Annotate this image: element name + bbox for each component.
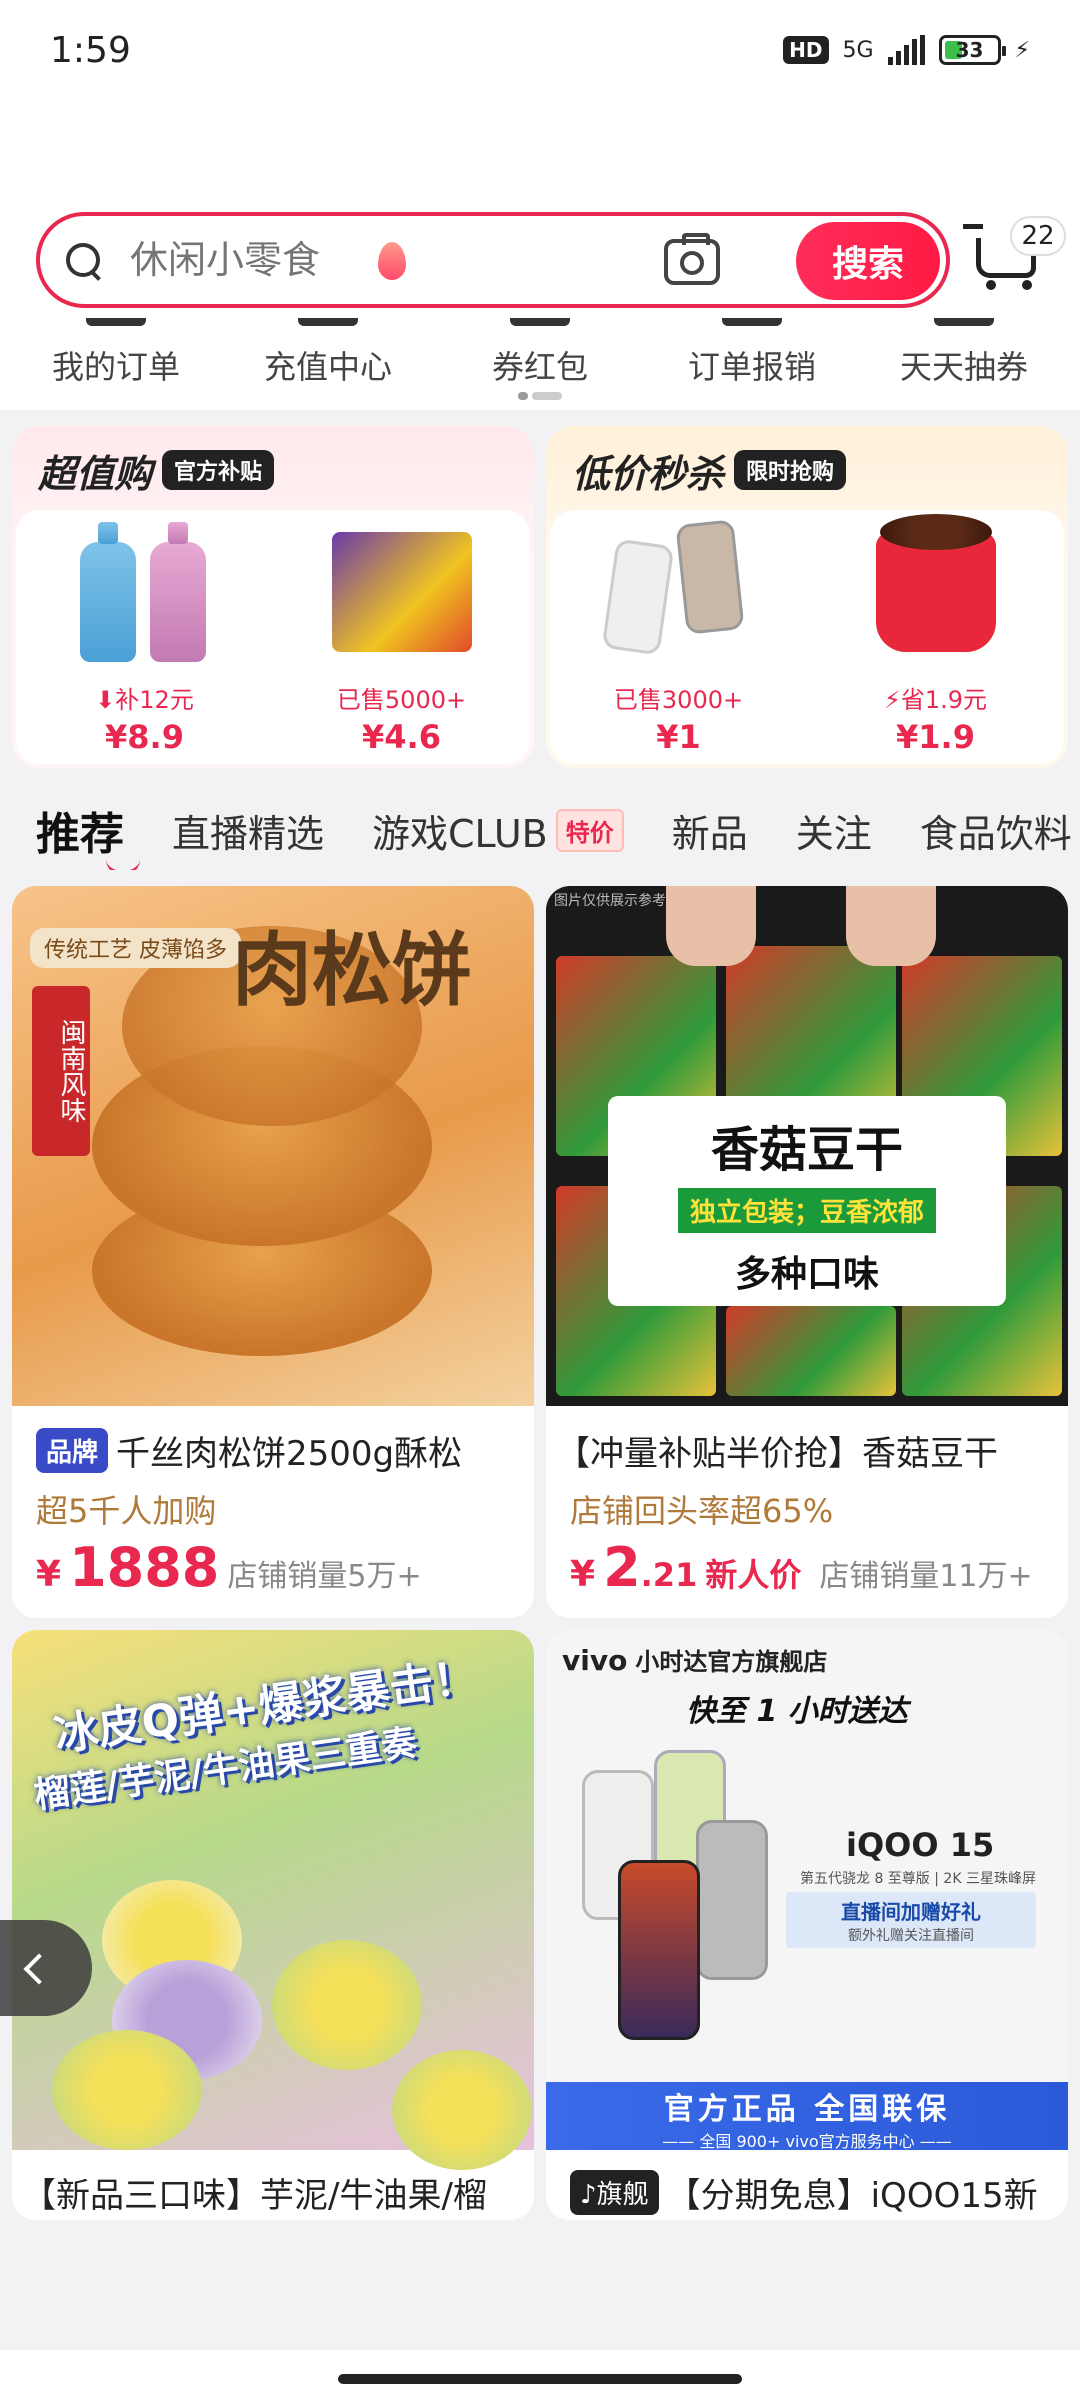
- tab-live-picks[interactable]: 直播精选: [172, 803, 324, 858]
- promo-product[interactable]: ⚡省1.9元 ¥1.9: [807, 510, 1064, 764]
- chocolate-bucket-image: [875, 514, 996, 652]
- tab-following[interactable]: 关注: [796, 803, 872, 858]
- product-image: 冰皮Q弹+爆浆暴击！ 榴莲/芋泥/牛油果三重奏: [12, 1630, 534, 2170]
- category-tabs: 推荐 直播精选 游戏CLUB 特价 新品 关注 食品饮料: [0, 790, 1080, 870]
- status-icons: HD 5G 33 ⚡: [783, 35, 1030, 65]
- signal-icon: [887, 35, 925, 65]
- promo-title: 低价秒杀: [572, 451, 725, 496]
- promo-price: ¥4.6: [362, 718, 441, 756]
- camera-icon[interactable]: [664, 233, 720, 285]
- hot-flame-icon: [378, 242, 406, 280]
- promo-title: 超值购: [38, 451, 153, 496]
- product-image: vivo 小时达官方旗舰店 快至 1 小时送达 iQOO 15 第五代骁龙 8 至…: [546, 1630, 1068, 2151]
- product-card[interactable]: vivo 小时达官方旗舰店 快至 1 小时送达 iQOO 15 第五代骁龙 8 至…: [546, 1630, 1068, 2220]
- promo-product[interactable]: 已售3000+ ¥1: [550, 510, 807, 764]
- promo-tag: 限时抢购: [734, 450, 847, 490]
- network-label: 5G: [842, 37, 874, 63]
- phone-case-image: [601, 519, 749, 672]
- home-indicator[interactable]: [338, 2374, 742, 2384]
- down-arrow-icon: ⬇: [95, 686, 116, 714]
- newcomer-price-label: 新人价: [705, 1556, 802, 1594]
- sales-count: 店铺销量5万+: [227, 1559, 422, 1594]
- promo-product[interactable]: 已售5000+ ¥4.6: [273, 510, 530, 764]
- search-button[interactable]: 搜索: [796, 222, 940, 300]
- clock: 1:59: [50, 29, 131, 71]
- flagship-tag: ♪旗舰: [570, 2170, 659, 2215]
- product-subtitle: 店铺回头率超65%: [570, 1492, 834, 1530]
- quick-nav-reimburse[interactable]: 订单报销: [646, 318, 858, 410]
- tab-badge: 特价: [555, 808, 624, 852]
- tab-game-club[interactable]: 游戏CLUB 特价: [372, 803, 624, 858]
- lightning-icon: ⚡: [883, 686, 901, 714]
- promo-tag: 官方补贴: [162, 450, 275, 490]
- product-image: 传统工艺 皮薄馅多 肉松饼 闽南风味: [12, 886, 534, 1406]
- back-arrow-button[interactable]: [0, 1920, 92, 2016]
- search-icon: [64, 241, 102, 279]
- status-bar: 1:59 HD 5G 33 ⚡: [0, 0, 1080, 100]
- product-subtitle: 超5千人加购: [36, 1492, 217, 1530]
- cart-badge: 22: [1010, 216, 1066, 256]
- promo-sold: 已售5000+: [336, 686, 467, 714]
- quick-nav-daily-draw[interactable]: 天天抽券: [858, 318, 1070, 410]
- product-title: 【新品三口味】芋泥/牛油果/榴: [22, 2176, 487, 2216]
- snack-box-image: [331, 522, 472, 652]
- promo-price: ¥8.9: [105, 718, 184, 756]
- promo-subsidy: ⬇补12元: [95, 686, 194, 714]
- tab-recommend[interactable]: 推荐: [36, 798, 124, 862]
- charging-icon: ⚡: [1014, 37, 1030, 63]
- promo-price: ¥1: [656, 718, 701, 756]
- promo-flash-sale[interactable]: 低价秒杀 限时抢购 已售3000+ ¥1 ⚡省1.9元 ¥1.9: [546, 426, 1068, 768]
- promo-saving: ⚡省1.9元: [883, 686, 988, 714]
- tab-new[interactable]: 新品: [672, 803, 748, 858]
- product-card[interactable]: 冰皮Q弹+爆浆暴击！ 榴莲/芋泥/牛油果三重奏 【新品三口味】芋泥/牛油果/榴: [12, 1630, 534, 2220]
- search-bar[interactable]: 搜索: [36, 212, 950, 308]
- product-image: 图片仅供展示参考 香菇豆干 独立包装；豆香浓郁 多种口味: [546, 886, 1068, 1406]
- product-price: 1888: [69, 1536, 220, 1599]
- promo-product[interactable]: ⬇补12元 ¥8.9: [16, 510, 273, 764]
- product-title: 【分期免息】iQOO15新: [666, 2176, 1038, 2216]
- shampoo-image: [79, 522, 210, 672]
- pager-indicator: [518, 392, 562, 400]
- quick-nav-recharge[interactable]: 充值中心: [222, 318, 434, 410]
- product-title: 【冲量补贴半价抢】香菇豆干: [556, 1434, 998, 1474]
- quick-nav-my-orders[interactable]: 我的订单: [10, 318, 222, 410]
- promo-value-buy[interactable]: 超值购 官方补贴 ⬇补12元 ¥8.9 已售5000+ ¥4.6: [12, 426, 534, 768]
- brand-tag: 品牌: [36, 1428, 109, 1473]
- price-row: ¥ 1888 店铺销量5万+: [36, 1536, 422, 1599]
- product-card[interactable]: 传统工艺 皮薄馅多 肉松饼 闽南风味 品牌 千丝肉松饼2500g酥松 超5千人加…: [12, 886, 534, 1618]
- promo-sold: 已售3000+: [613, 686, 744, 714]
- product-card[interactable]: 图片仅供展示参考 香菇豆干 独立包装；豆香浓郁 多种口味 【冲量补贴半价抢】香菇…: [546, 886, 1068, 1618]
- product-price: 2: [603, 1536, 641, 1599]
- promo-price: ¥1.9: [896, 718, 975, 756]
- product-title: 千丝肉松饼2500g酥松: [116, 1434, 463, 1474]
- douyin-icon: ♪: [580, 2180, 597, 2210]
- hd-icon: HD: [783, 36, 829, 64]
- price-row: ¥ 2 .21 新人价 店铺销量11万+: [570, 1536, 1033, 1599]
- battery-icon: 33: [938, 35, 1006, 65]
- sales-count: 店铺销量11万+: [819, 1559, 1033, 1594]
- tab-food-drinks[interactable]: 食品饮料: [920, 803, 1072, 858]
- product-price-decimal: .21: [640, 1556, 698, 1594]
